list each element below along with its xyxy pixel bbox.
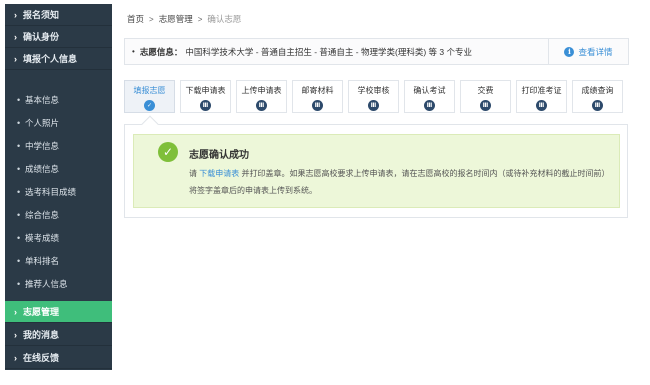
breadcrumb-home[interactable]: 首页 [127, 13, 144, 25]
breadcrumb-separator: > [149, 14, 154, 24]
sidebar-item-mock-exam[interactable]: • 模考成绩 [5, 227, 112, 249]
step-label: 学校审核 [357, 86, 390, 95]
sidebar-item-label: 个人照片 [25, 118, 60, 128]
sidebar-item-application-management[interactable]: › 志愿管理 [5, 301, 112, 323]
chevron-right-icon: › [14, 306, 17, 317]
check-icon: ✓ [144, 100, 155, 111]
sidebar-item-label: 报名须知 [23, 10, 60, 20]
step-school-review[interactable]: 学校审核 Ⅲ [348, 80, 399, 113]
step-upload-form[interactable]: 上传申请表 Ⅲ [236, 80, 287, 113]
pause-icon: Ⅲ [368, 100, 379, 111]
step-label: 成绩查询 [581, 86, 614, 95]
sidebar-item-enrollment-notice[interactable]: › 报名须知 [5, 4, 112, 26]
step-label: 邮寄材料 [301, 86, 334, 95]
info-value: 中国科学技术大学 - 普通自主招生 - 普通自主 - 物理学类(理科类) 等 3… [185, 46, 472, 57]
step-payment[interactable]: 交费 Ⅲ [460, 80, 511, 113]
pause-icon: Ⅲ [536, 100, 547, 111]
step-label: 下载申请表 [185, 86, 226, 95]
sidebar-item-label: 确认身份 [23, 32, 60, 42]
breadcrumb-separator: > [197, 14, 203, 24]
application-info-bar: • 志愿信息： 中国科学技术大学 - 普通自主招生 - 普通自主 - 物理学类(… [124, 38, 629, 65]
sidebar-item-label: 单科排名 [25, 256, 60, 266]
info-icon: i [564, 46, 575, 57]
step-label: 交费 [477, 86, 494, 95]
success-title: 志愿确认成功 [189, 150, 249, 161]
sidebar-item-confirm-identity[interactable]: › 确认身份 [5, 26, 112, 48]
bullet-icon: • [17, 187, 21, 197]
sidebar: › 报名须知 › 确认身份 › 填报个人信息 • 基本信息 • 个人照片 • 中… [5, 4, 112, 370]
chevron-down-icon: › [14, 53, 17, 64]
sidebar-item-comprehensive[interactable]: • 综合信息 [5, 204, 112, 226]
sidebar-item-basic-info[interactable]: • 基本信息 [5, 89, 112, 111]
sidebar-item-subject-rank[interactable]: • 单科排名 [5, 250, 112, 272]
chevron-right-icon: › [14, 352, 17, 363]
bullet-icon: • [132, 47, 135, 56]
bullet-icon: • [17, 141, 21, 151]
success-message-suffix: 并打印盖章。如果志愿高校要求上传申请表，请在志愿高校的报名时间内（或待补充材料的… [189, 169, 606, 195]
step-print-admission-ticket[interactable]: 打印准考证 Ⅲ [516, 80, 567, 113]
sidebar-item-feedback[interactable]: › 在线反馈 [5, 347, 112, 369]
sidebar-item-referee[interactable]: • 推荐人信息 [5, 273, 112, 295]
check-circle-icon: ✓ [158, 142, 178, 162]
breadcrumb-section[interactable]: 志愿管理 [159, 13, 193, 25]
bullet-icon: • [17, 118, 21, 128]
success-message-box: ✓ 志愿确认成功 请 下载申请表 并打印盖章。如果志愿高校要求上传申请表，请在志… [133, 134, 620, 208]
step-label: 上传申请表 [241, 86, 282, 95]
bullet-icon: • [17, 95, 21, 105]
pause-icon: Ⅲ [592, 100, 603, 111]
step-score-query[interactable]: 成绩查询 Ⅲ [572, 80, 623, 113]
pause-icon: Ⅲ [424, 100, 435, 111]
sidebar-item-label: 成绩信息 [25, 164, 60, 174]
chevron-right-icon: › [14, 329, 17, 340]
step-mail-materials[interactable]: 邮寄材料 Ⅲ [292, 80, 343, 113]
bullet-icon: • [17, 233, 21, 243]
sidebar-item-label: 模考成绩 [25, 233, 60, 243]
sidebar-item-messages[interactable]: › 我的消息 [5, 324, 112, 346]
info-label: 志愿信息： [139, 46, 183, 57]
sidebar-item-label: 填报个人信息 [23, 54, 78, 64]
sidebar-item-high-school[interactable]: • 中学信息 [5, 135, 112, 157]
breadcrumb: 首页 > 志愿管理 > 确认志愿 [127, 12, 241, 26]
chevron-right-icon: › [14, 9, 17, 20]
step-label: 填报志愿 [133, 86, 166, 95]
step-confirm-exam[interactable]: 确认考试 Ⅲ [404, 80, 455, 113]
sidebar-item-personal-info[interactable]: › 填报个人信息 [5, 48, 112, 70]
step-fill-application[interactable]: 填报志愿 ✓ [124, 80, 175, 113]
view-details-link[interactable]: i 查看详情 [548, 39, 628, 64]
view-details-label: 查看详情 [578, 46, 613, 57]
sidebar-item-label: 基本信息 [25, 95, 60, 105]
step-label: 确认考试 [413, 86, 446, 95]
sidebar-item-label: 选考科目成绩 [25, 187, 77, 197]
sidebar-item-label: 综合信息 [25, 210, 60, 220]
pause-icon: Ⅲ [256, 100, 267, 111]
sidebar-item-label: 在线反馈 [23, 353, 60, 363]
sidebar-item-scores[interactable]: • 成绩信息 [5, 158, 112, 180]
bullet-icon: • [17, 164, 21, 174]
sidebar-item-photo[interactable]: • 个人照片 [5, 112, 112, 134]
breadcrumb-current: 确认志愿 [207, 14, 242, 24]
sidebar-item-label: 中学信息 [25, 141, 60, 151]
sidebar-item-label: 我的消息 [23, 330, 60, 340]
success-message: 请 下载申请表 并打印盖章。如果志愿高校要求上传申请表，请在志愿高校的报名时间内… [189, 165, 609, 199]
sidebar-item-elective-scores[interactable]: • 选考科目成绩 [5, 181, 112, 203]
success-message-prefix: 请 [189, 169, 200, 178]
step-download-form[interactable]: 下载申请表 Ⅲ [180, 80, 231, 113]
sidebar-item-label: 推荐人信息 [25, 279, 68, 289]
pause-icon: Ⅲ [480, 100, 491, 111]
sidebar-item-label: 志愿管理 [23, 307, 60, 317]
bullet-icon: • [17, 256, 21, 266]
step-label: 打印准考证 [521, 86, 562, 95]
chevron-right-icon: › [14, 31, 17, 42]
pause-icon: Ⅲ [312, 100, 323, 111]
bullet-icon: • [17, 210, 21, 220]
download-form-link[interactable]: 下载申请表 [199, 169, 239, 178]
pause-icon: Ⅲ [200, 100, 211, 111]
bullet-icon: • [17, 279, 21, 289]
